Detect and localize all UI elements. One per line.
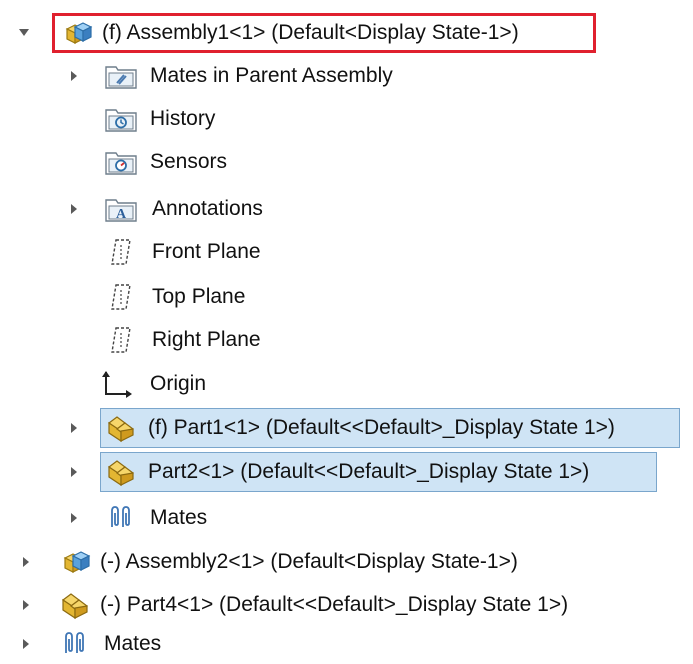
- tree-node-mates-in-parent[interactable]: Mates in Parent Assembly: [0, 56, 693, 96]
- tree-node-part4[interactable]: (-) Part4<1> (Default<<Default>_Display …: [0, 585, 693, 625]
- folder-annotations-icon: A: [104, 194, 138, 224]
- expand-right-icon[interactable]: [66, 56, 82, 96]
- tree-node-label: (-) Part4<1> (Default<<Default>_Display …: [100, 593, 569, 616]
- plane-icon: [104, 237, 138, 267]
- plane-icon: [104, 325, 138, 355]
- tree-node-history[interactable]: History: [0, 99, 693, 139]
- tree-node-part2[interactable]: Part2<1> (Default<<Default>_Display Stat…: [0, 452, 693, 492]
- part-icon: [58, 590, 92, 620]
- tree-node-label: Top Plane: [152, 285, 246, 308]
- tree-node-label: Mates: [150, 506, 208, 529]
- tree-node-assembly2[interactable]: (-) Assembly2<1> (Default<Display State-…: [0, 542, 693, 582]
- tree-node-label: Part2<1> (Default<<Default>_Display Stat…: [148, 460, 590, 483]
- tree-node-label: (f) Part1<1> (Default<<Default>_Display …: [148, 416, 615, 439]
- tree-node-mates-child[interactable]: Mates: [0, 498, 693, 538]
- tree-node-label: Origin: [150, 372, 207, 395]
- tree-node-part1[interactable]: (f) Part1<1> (Default<<Default>_Display …: [0, 408, 693, 448]
- tree-node-assembly1[interactable]: (f) Assembly1<1> (Default<Display State-…: [0, 13, 693, 53]
- expand-right-icon[interactable]: [18, 585, 34, 625]
- tree-node-right-plane[interactable]: Right Plane: [0, 320, 693, 360]
- svg-text:A: A: [116, 207, 127, 222]
- expand-right-icon[interactable]: [18, 624, 34, 664]
- tree-node-sensors[interactable]: Sensors: [0, 142, 693, 182]
- origin-icon: [100, 369, 134, 399]
- tree-node-label: Sensors: [150, 150, 228, 173]
- tree-node-label: (f) Assembly1<1> (Default<Display State-…: [102, 21, 519, 44]
- part-icon: [104, 413, 138, 443]
- mates-icon: [58, 629, 92, 659]
- tree-node-mates-sibling[interactable]: Mates: [0, 624, 693, 664]
- tree-node-label: Annotations: [152, 197, 263, 220]
- tree-node-annotations[interactable]: A Annotations: [0, 189, 693, 229]
- expand-right-icon[interactable]: [66, 189, 82, 229]
- tree-node-label: Mates: [104, 632, 162, 655]
- tree-node-origin[interactable]: Origin: [0, 364, 693, 404]
- tree-node-label: Mates in Parent Assembly: [150, 64, 393, 87]
- tree-node-label: Right Plane: [152, 328, 261, 351]
- expand-right-icon[interactable]: [18, 542, 34, 582]
- tree-node-label: (-) Assembly2<1> (Default<Display State-…: [100, 550, 518, 573]
- expand-right-icon[interactable]: [66, 452, 82, 492]
- folder-mates-icon: [104, 61, 138, 91]
- mates-icon: [104, 503, 138, 533]
- tree-node-label: Front Plane: [152, 240, 261, 263]
- tree-node-front-plane[interactable]: Front Plane: [0, 232, 693, 272]
- plane-icon: [104, 282, 138, 312]
- expand-right-icon[interactable]: [66, 408, 82, 448]
- expand-down-icon[interactable]: [16, 13, 32, 53]
- tree-node-top-plane[interactable]: Top Plane: [0, 277, 693, 317]
- folder-sensors-icon: [104, 147, 138, 177]
- assembly-icon: [58, 547, 92, 577]
- tree-node-label: History: [150, 107, 216, 130]
- part-icon: [104, 457, 138, 487]
- folder-history-icon: [104, 104, 138, 134]
- expand-right-icon[interactable]: [66, 498, 82, 538]
- feature-tree: (f) Assembly1<1> (Default<Display State-…: [0, 0, 693, 664]
- assembly-icon: [60, 18, 94, 48]
